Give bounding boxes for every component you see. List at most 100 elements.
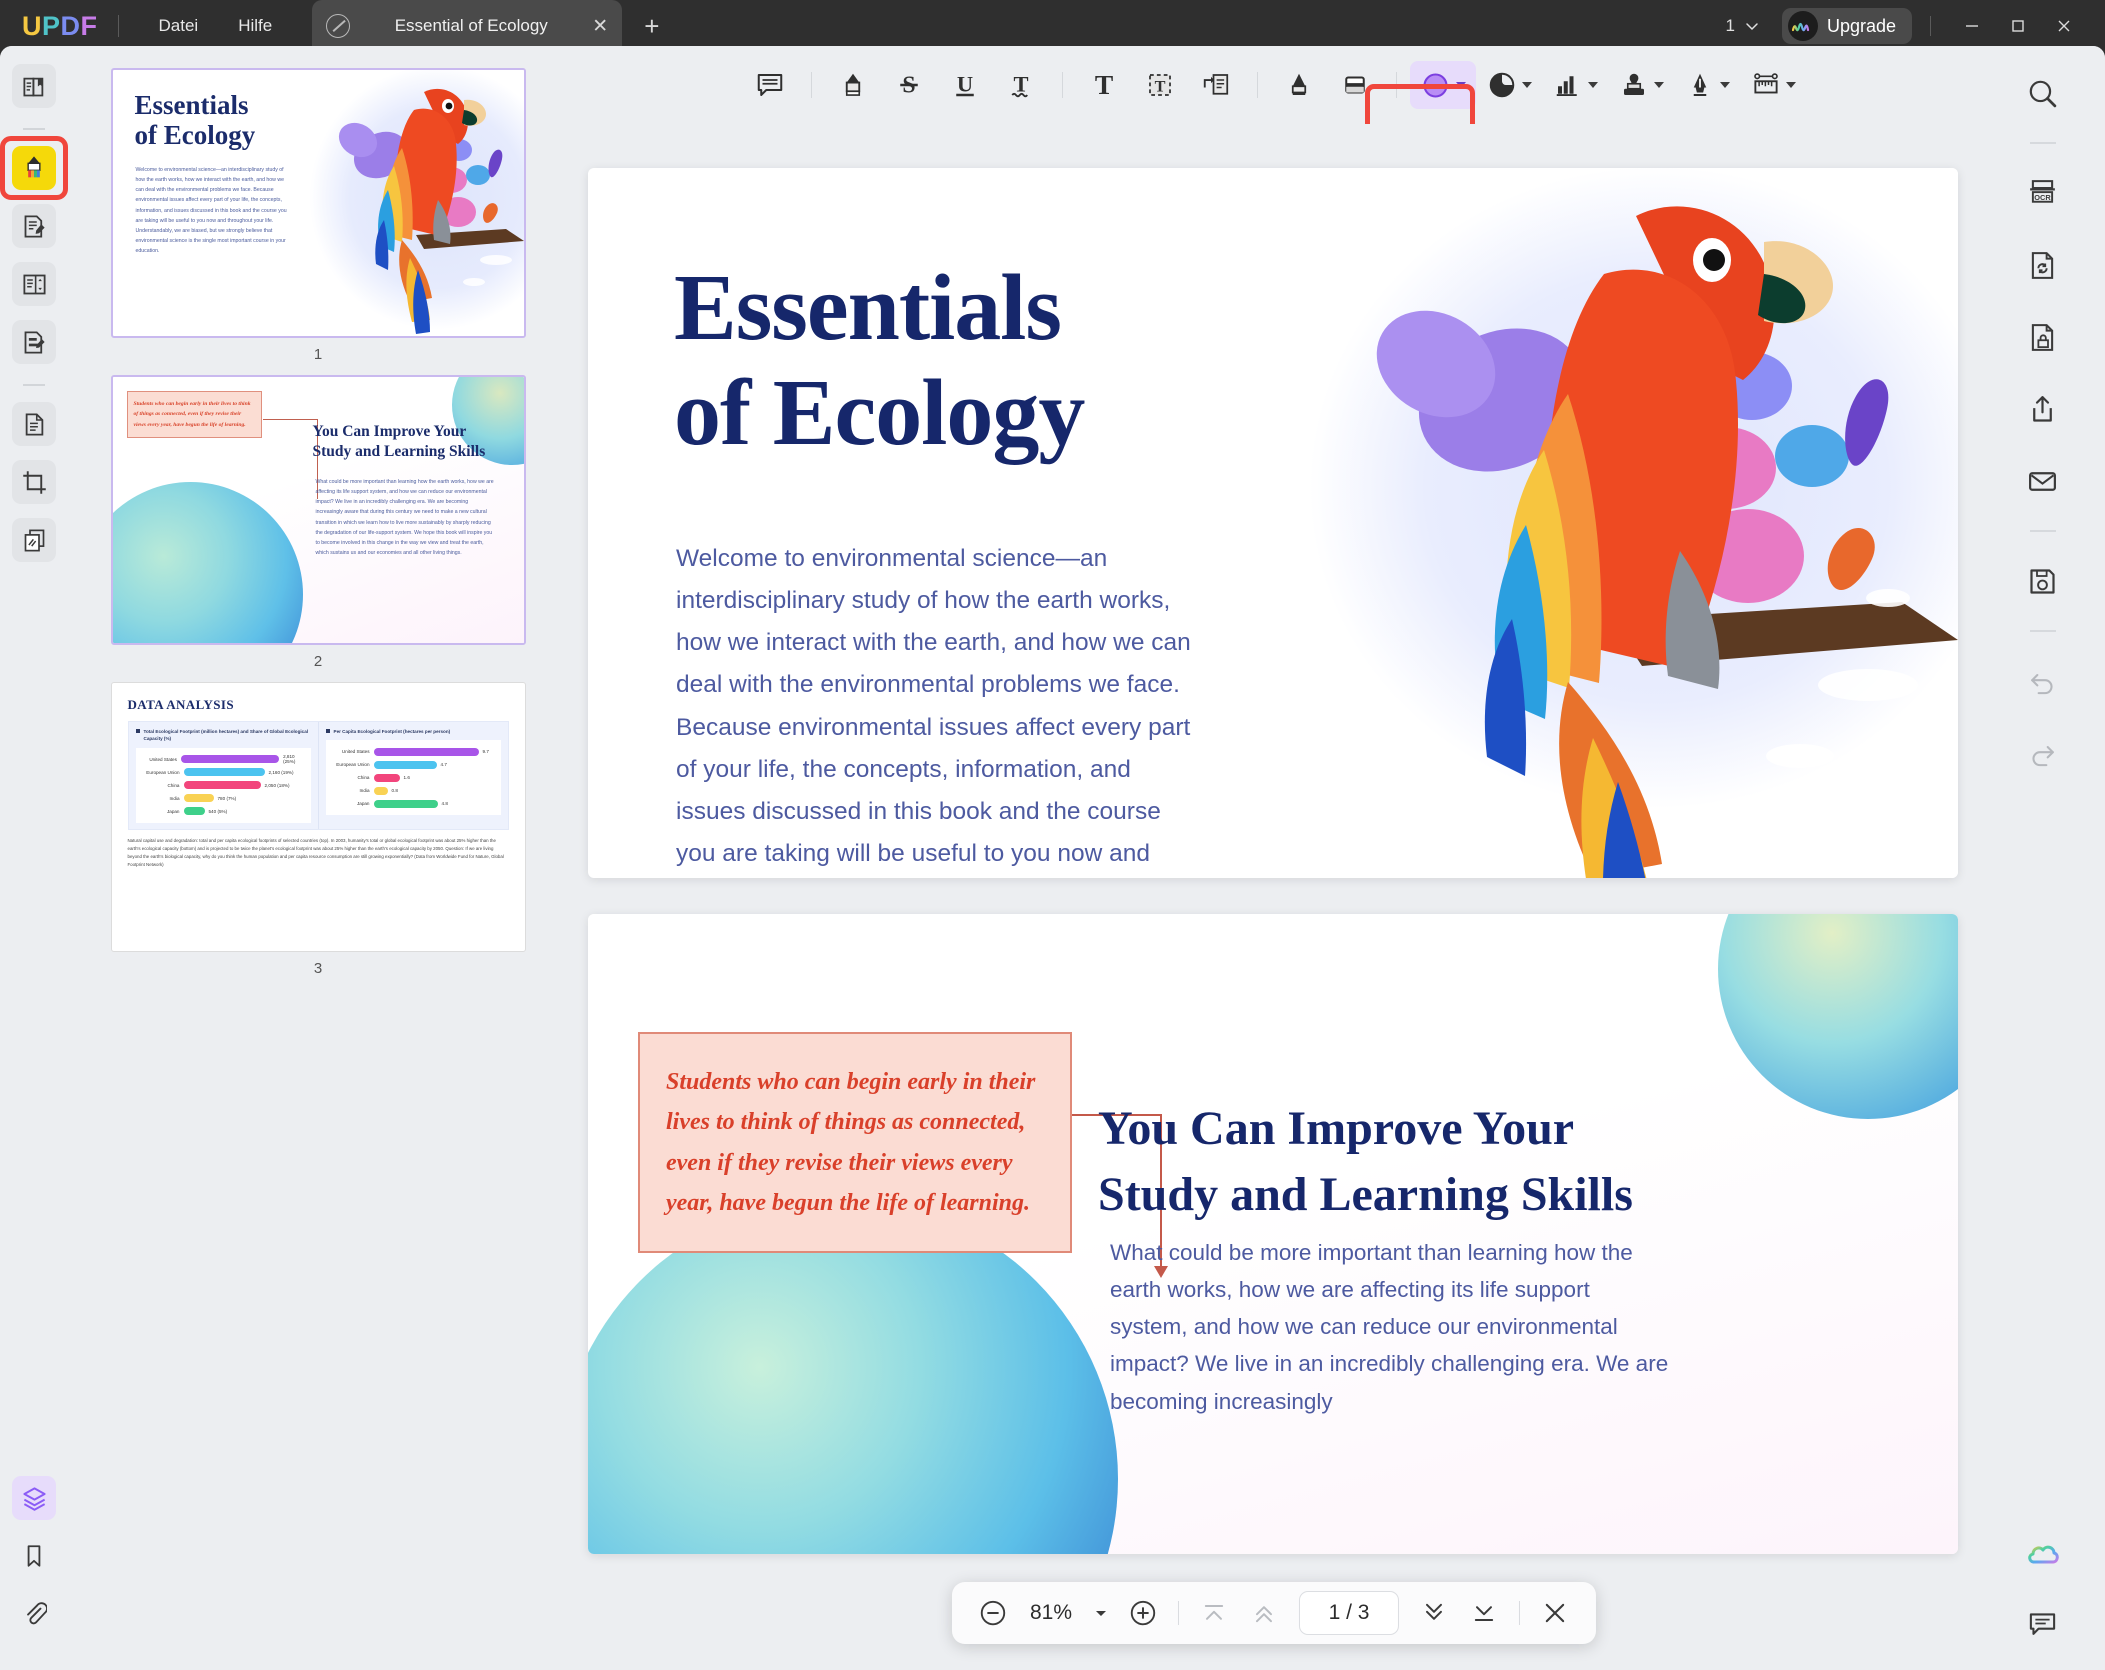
underline-tool[interactable]: U: [937, 61, 993, 109]
sticker-tool[interactable]: [1476, 61, 1542, 109]
menu-datei[interactable]: Datei: [139, 16, 219, 36]
page2-quote-callout[interactable]: Students who can begin early in their li…: [638, 1032, 1072, 1254]
chart-rows-0: United States 2,810 (25%) European Union 2…: [135, 747, 311, 823]
chevron-down-icon[interactable]: [1521, 82, 1532, 88]
chart-legend-text-1: Per Capita Ecological Footprint (hectare…: [333, 729, 451, 734]
thumbnail-item-3[interactable]: DATA ANALYSIS Total Ecological Footprint…: [110, 682, 526, 977]
thumbnail-page-2[interactable]: Students who can begin early in their li…: [110, 375, 526, 645]
zoom-in-button[interactable]: [1120, 1590, 1166, 1636]
sidebar-item-attachment[interactable]: [12, 1592, 56, 1636]
sidebar-item-crop[interactable]: [12, 460, 56, 504]
chevron-down-icon[interactable]: [1653, 82, 1664, 88]
upgrade-label: Upgrade: [1826, 15, 1896, 36]
signature-tool[interactable]: [1674, 61, 1740, 109]
chevron-down-icon[interactable]: [1456, 82, 1466, 88]
page1-body-text: Welcome to environmental science—an inte…: [676, 545, 1191, 867]
first-page-button[interactable]: [1191, 1590, 1237, 1636]
upgrade-button[interactable]: Upgrade: [1781, 8, 1912, 44]
thumb1-illustration: [295, 70, 524, 336]
close-icon: [1545, 1603, 1565, 1623]
eraser-icon: [1345, 76, 1365, 94]
share-button[interactable]: [2018, 384, 2068, 434]
thumbnail-page-1[interactable]: Essentials of Ecology Welcome to environ…: [110, 68, 526, 338]
thumbnail-page-3[interactable]: DATA ANALYSIS Total Ecological Footprint…: [110, 682, 526, 952]
minimize-button[interactable]: [1949, 7, 1995, 45]
titlebar-divider: [117, 15, 119, 37]
zoom-dropdown-button[interactable]: [1086, 1590, 1116, 1636]
squiggly-tool[interactable]: T: [993, 61, 1049, 109]
chart-row: United States 9.7: [341, 747, 489, 756]
thumbnail-panel[interactable]: Essentials of Ecology Welcome to environ…: [68, 46, 568, 1670]
measure-tool[interactable]: [1740, 61, 1806, 109]
undo-button[interactable]: [2018, 656, 2068, 706]
sidebar-item-annotate[interactable]: [12, 146, 56, 190]
convert-icon: [25, 412, 43, 436]
stamp-tool[interactable]: [1608, 61, 1674, 109]
new-tab-icon[interactable]: +: [644, 11, 659, 42]
signature-icon: [1693, 73, 1706, 96]
document-canvas[interactable]: Essentials of Ecology Welcome to environ…: [568, 124, 1980, 1670]
close-icon[interactable]: ✕: [592, 15, 608, 38]
page2-heading-line2: Study and Learning Skills: [1098, 1168, 1633, 1222]
menu-hilfe[interactable]: Hilfe: [218, 16, 292, 36]
document-page-2[interactable]: Students who can begin early in their li…: [588, 914, 1958, 1554]
maximize-button[interactable]: [1995, 7, 2041, 45]
pencil-tool[interactable]: [1271, 61, 1327, 109]
text-tool[interactable]: T: [1076, 61, 1132, 109]
text-callout-tool[interactable]: [1188, 61, 1244, 109]
thumbnail-item-2[interactable]: Students who can begin early in their li…: [110, 375, 526, 670]
ocr-button[interactable]: OCR: [2018, 168, 2068, 218]
save-button[interactable]: [2018, 556, 2068, 606]
next-page-button[interactable]: [1411, 1590, 1457, 1636]
svg-text:T: T: [1155, 77, 1166, 95]
thumbnail-item-1[interactable]: Essentials of Ecology Welcome to environ…: [110, 68, 526, 363]
close-bottom-bar-button[interactable]: [1532, 1590, 1578, 1636]
highlight-tool[interactable]: [825, 61, 881, 109]
zoom-level-value[interactable]: 81%: [1020, 1601, 1082, 1625]
eraser-tool[interactable]: [1327, 61, 1383, 109]
thumb1-title-line1: Essentials: [134, 90, 249, 120]
thumb2-page-number: 2: [313, 653, 323, 670]
left-sidebar: [0, 46, 68, 1670]
redo-button[interactable]: [2018, 728, 2068, 778]
convert-button[interactable]: [2018, 240, 2068, 290]
chevron-down-icon[interactable]: [1785, 82, 1796, 88]
toolbar-divider-3: [1257, 72, 1258, 98]
text-field-icon: T: [1149, 74, 1171, 96]
page-indicator[interactable]: 1 / 3: [1299, 1591, 1400, 1635]
ai-assistant-button[interactable]: [2018, 1532, 2068, 1582]
protect-button[interactable]: [2018, 312, 2068, 362]
email-button[interactable]: [2018, 456, 2068, 506]
sidebar-item-page-organize[interactable]: [12, 262, 56, 306]
chart-row: China 2,050 (18%): [167, 781, 290, 790]
text-box-icon: T: [1095, 70, 1113, 100]
feedback-button[interactable]: [2018, 1598, 2068, 1648]
page-organize-icon: [22, 274, 46, 294]
sidebar-item-convert[interactable]: [12, 402, 56, 446]
sidebar-item-compare[interactable]: [12, 518, 56, 562]
window-close-button[interactable]: [2041, 7, 2087, 45]
search-button[interactable]: [2018, 68, 2068, 118]
page2-heading: You Can Improve Your Study and Learning …: [1098, 1096, 1633, 1228]
chevron-down-icon[interactable]: [1587, 82, 1598, 88]
sidebar-item-bookmark[interactable]: [12, 1534, 56, 1578]
document-tab[interactable]: Essential of Ecology ✕: [312, 0, 623, 52]
prev-page-button[interactable]: [1241, 1590, 1287, 1636]
comment-tool[interactable]: [742, 61, 798, 109]
shapes-tool[interactable]: [1410, 61, 1476, 109]
sidebar-item-reader[interactable]: [12, 64, 56, 108]
sidebar-item-form[interactable]: [12, 320, 56, 364]
strikethrough-tool[interactable]: S: [881, 61, 937, 109]
document-page-1[interactable]: Essentials of Ecology Welcome to environ…: [588, 168, 1958, 878]
zoom-out-button[interactable]: [970, 1590, 1016, 1636]
last-page-button[interactable]: [1461, 1590, 1507, 1636]
crown-icon: [1787, 11, 1818, 41]
sidebar-item-layers[interactable]: [12, 1476, 56, 1520]
sidebar-item-edit-pdf[interactable]: [12, 204, 56, 248]
chevron-down-icon[interactable]: [1719, 82, 1730, 88]
window-count-dropdown[interactable]: 1: [1725, 16, 1759, 36]
text-field-tool[interactable]: T: [1132, 61, 1188, 109]
bar: [180, 755, 280, 764]
stamp-icon: [1623, 73, 1644, 95]
chart-tool[interactable]: [1542, 61, 1608, 109]
